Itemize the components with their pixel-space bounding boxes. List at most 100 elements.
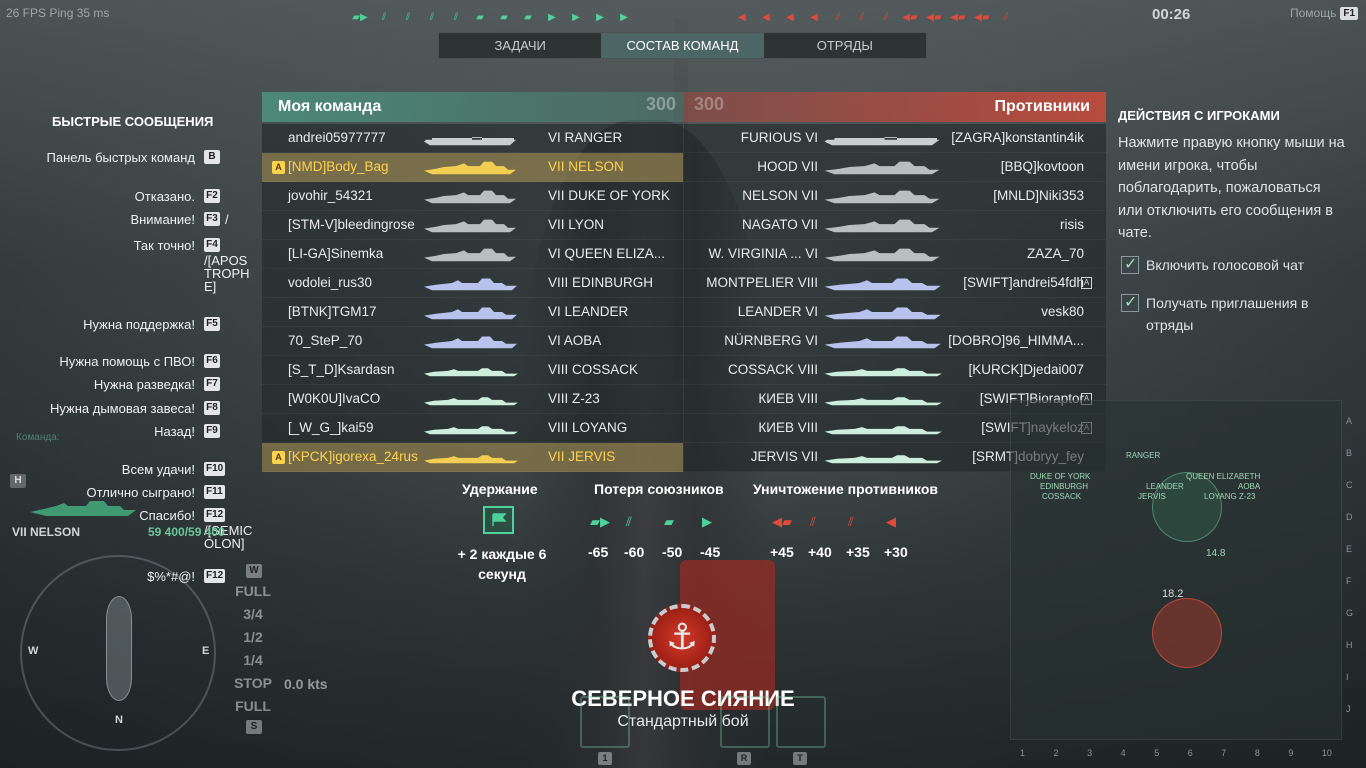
quick-message-label: Нужна помощь с ПВО! [59, 354, 195, 369]
enemy-team-header: Противники [684, 92, 1106, 122]
consumable-slot[interactable] [776, 696, 826, 748]
ally-icon: ▶ [596, 12, 604, 23]
ship-silhouette [822, 419, 942, 437]
ship-silhouette [822, 361, 942, 379]
player-name: [NMD]Body_Bag [288, 159, 389, 174]
consumable-slot[interactable] [720, 696, 770, 748]
ship-silhouette-icon [824, 307, 941, 320]
help-label: Помощь [1290, 6, 1337, 20]
consumable-slot[interactable] [580, 696, 630, 748]
enemy-kill-value: +40 [808, 544, 832, 560]
ship-silhouette [422, 361, 518, 379]
enemy-icon: ◀ [786, 12, 794, 23]
team-row[interactable]: [STM-V]bleedingrose VII LYON [262, 211, 683, 240]
minimap[interactable] [1010, 400, 1342, 740]
quick-message-key: F6 [204, 354, 220, 368]
team-row[interactable]: NÜRNBERG VI [DOBRO]96_HIMMA... [684, 327, 1106, 356]
quick-message-key: F5 [204, 317, 220, 331]
fps-ping-readout: 26 FPS Ping 35 ms [6, 6, 110, 20]
tab-team-roster[interactable]: СОСТАВ КОМАНД [601, 33, 764, 58]
tab-divisions[interactable]: ОТРЯДЫ [764, 33, 926, 58]
ship-silhouette [822, 129, 942, 147]
player-name: 70_SteP_70 [288, 333, 363, 348]
enemy-class-icon: ⫽ [848, 514, 854, 529]
enemy-icon: ◀▰ [974, 12, 990, 23]
ship-silhouette [822, 332, 942, 350]
team-row[interactable]: [W0K0U]IvaCO VIII Z-23 [262, 385, 683, 414]
team-row[interactable]: W. VIRGINIA ... VI ZAZA_70 [684, 240, 1106, 269]
division-invites-checkbox[interactable]: Получать приглашения в отряды [1121, 292, 1341, 336]
team-row[interactable]: 70_SteP_70 VI AOBA [262, 327, 683, 356]
tab-tasks[interactable]: ЗАДАЧИ [439, 33, 601, 58]
minimap-column-labels: 1 2 3 4 5 6 7 8 9 10 [1010, 748, 1342, 758]
minimap-row-label: H [1346, 640, 1353, 650]
player-name: [S_T_D]Ksardasn [288, 362, 395, 377]
enemy-team-title: Противники [994, 98, 1091, 115]
ally-icon: ⫽ [429, 12, 435, 23]
minimap-ship-label: AOBA [1238, 482, 1261, 491]
team-row[interactable]: FURIOUS VI [ZAGRA]konstantin4ik [684, 124, 1106, 153]
enemy-icon: ◀ [810, 12, 818, 23]
throttle-step: FULL [235, 698, 271, 714]
division-icon: A [272, 161, 285, 174]
team-row[interactable]: vodolei_rus30 VIII EDINBURGH [262, 269, 683, 298]
consumable-key: 1 [598, 752, 612, 765]
player-actions-title: ДЕЙСТВИЯ С ИГРОКАМИ [1118, 108, 1280, 123]
ally-icon: ▰ [476, 12, 484, 23]
ship-silhouette-icon [424, 190, 516, 204]
team-row[interactable]: [BTNK]TGM17 VI LEANDER [262, 298, 683, 327]
team-row[interactable]: COSSACK VIII [KURCK]Djedai007 [684, 356, 1106, 385]
team-row[interactable]: [_W_G_]kai59 VIII LOYANG [262, 414, 683, 443]
team-status-bar: ▰▶ ⫽ ⫽ ⫽ ⫽ ▰ ▰ ▰ ▶ ▶ ▶ ▶ ◀ ◀ ◀ ◀ ⫽ ⫽ ⫽ ◀… [350, 12, 1016, 24]
player-name: vodolei_rus30 [288, 275, 373, 290]
team-row[interactable]: HOOD VII [BBQ]kovtoon [684, 153, 1106, 182]
ship-silhouette-icon [824, 278, 941, 291]
ship-silhouette-icon [824, 336, 941, 349]
minimap-col-label: 7 [1221, 748, 1227, 758]
team-row[interactable]: [LI-GA]Sinemka VI QUEEN ELIZA... [262, 240, 683, 269]
team-row[interactable]: [S_T_D]Ksardasn VIII COSSACK [262, 356, 683, 385]
enemy-icon: ⫽ [1003, 12, 1009, 23]
enemy-icon: ◀ [738, 12, 746, 23]
ship-silhouette-icon [424, 278, 517, 291]
quick-message-item[interactable]: Всем удачи! F10 [0, 462, 226, 480]
player-name: [DOBRO]96_HIMMA... [948, 333, 1084, 348]
throttle-step: STOP [234, 675, 272, 691]
capture-value: + 2 каждые 6 секунд [457, 546, 547, 582]
ship-name: VIII COSSACK [548, 362, 639, 377]
quick-message-item[interactable]: Нужна разведка! F7 [0, 377, 225, 395]
own-ship-hp: 59 400/59 400 [148, 525, 225, 539]
team-row[interactable]: A [KPCK]igorexa_24rus VII JERVIS [262, 443, 683, 472]
team-row[interactable]: jovohir_54321 VII DUKE OF YORK [262, 182, 683, 211]
quick-message-item[interactable]: Панель быстрых команд B [0, 150, 225, 168]
speed-readout: 0.0 kts [284, 676, 328, 692]
quick-message-item[interactable]: Отказано. F2 [0, 189, 225, 207]
help-hint[interactable]: Помощь F1 [1290, 6, 1359, 20]
team-row[interactable]: NAGATO VII risis [684, 211, 1106, 240]
team-row[interactable]: LEANDER VI vesk80 [684, 298, 1106, 327]
quick-message-item[interactable]: Нужна дымовая завеса! F8 [0, 401, 225, 419]
s-key-hint: S [246, 720, 262, 734]
enemy-kill-value: +35 [846, 544, 870, 560]
ship-name: MONTPELIER VIII [706, 275, 818, 290]
quick-message-key: F3 [204, 212, 220, 226]
ship-silhouette [422, 332, 518, 350]
ship-name: HOOD VII [757, 159, 818, 174]
ship-name: NELSON VII [742, 188, 818, 203]
team-row[interactable]: NELSON VII [MNLD]Niki353 [684, 182, 1106, 211]
ship-silhouette-icon [824, 248, 940, 262]
quick-message-key: F11 [204, 485, 225, 499]
quick-message-label: Внимание! [130, 212, 195, 227]
quick-message-item[interactable]: Нужна помощь с ПВО! F6 [0, 354, 225, 372]
team-row[interactable]: A [NMD]Body_Bag VII NELSON [262, 153, 683, 182]
quick-message-item[interactable]: Нужна поддержка! F5 [0, 317, 225, 335]
minimap-row-label: E [1346, 544, 1353, 554]
team-row[interactable]: MONTPELIER VIII [SWIFT]andrei54fdh A [684, 269, 1106, 298]
quick-message-item[interactable]: Внимание! F3 / [0, 212, 229, 230]
minimap-row-label: C [1346, 480, 1353, 490]
capture-zone-enemy [1152, 598, 1222, 668]
team-row[interactable]: andrei05977777 VI RANGER [262, 124, 683, 153]
throttle-scale: FULL 3/4 1/2 1/4 STOP FULL [234, 580, 272, 718]
voice-chat-checkbox[interactable]: Включить голосовой чат [1121, 254, 1341, 278]
quick-message-item[interactable]: Так точно! F4/[APOSTROPHE] [0, 238, 250, 293]
